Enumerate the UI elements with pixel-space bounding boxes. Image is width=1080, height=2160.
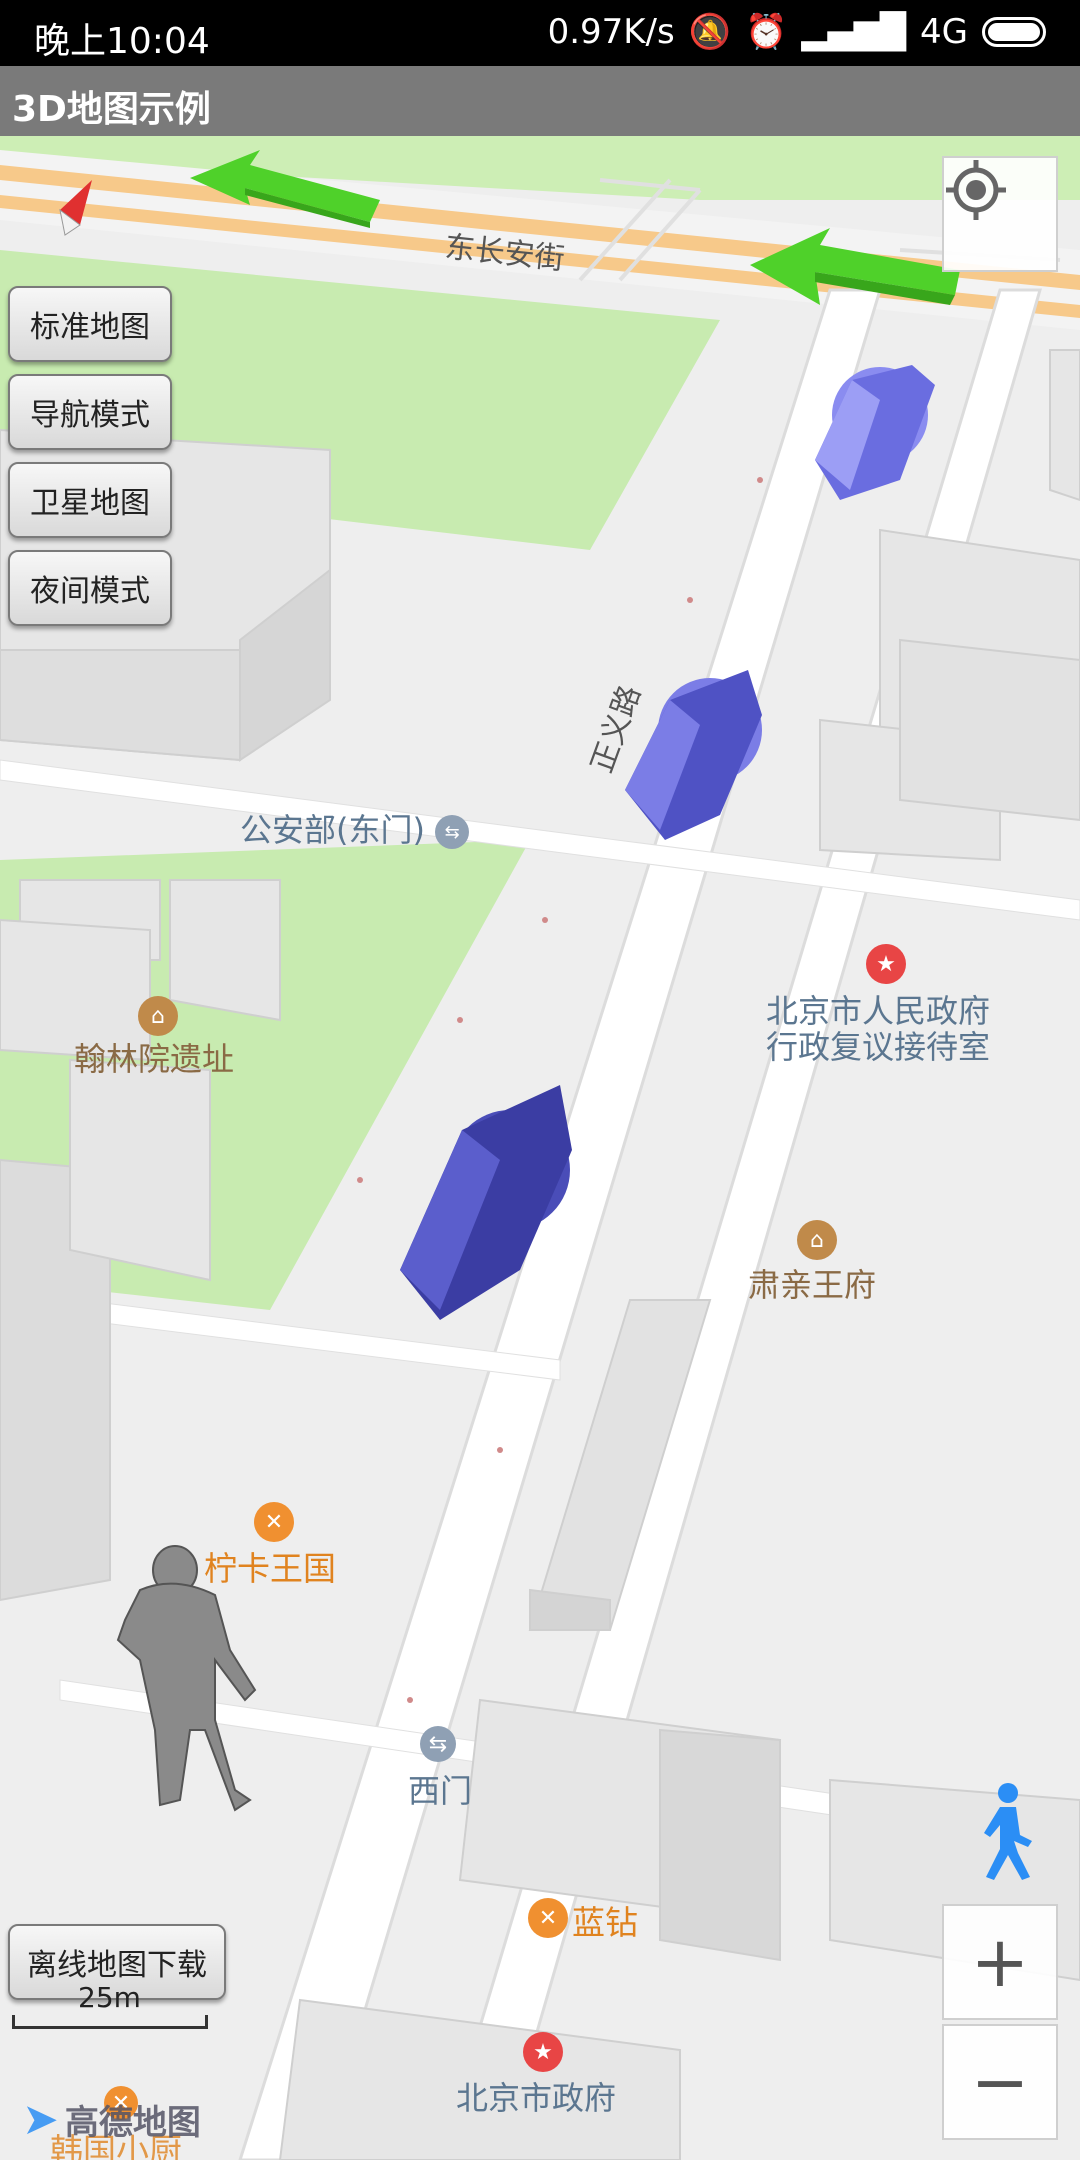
poi-lanzuan[interactable]: 蓝钻: [572, 1896, 638, 1944]
battery-icon: [982, 17, 1046, 47]
navigation-mode-button[interactable]: 导航模式: [8, 374, 172, 450]
zoom-in-button[interactable]: +: [942, 1904, 1058, 2020]
map-view[interactable]: 东长安街 正义路 公安部(东门) ⇆ ⌂ 翰林院遗址 ★ 北京市人民政府 行政复…: [0, 136, 1080, 2160]
scale-bar: [12, 2015, 208, 2029]
pedestrian-icon[interactable]: [970, 1781, 1040, 1881]
net-speed: 0.97K/s: [547, 12, 675, 52]
satellite-map-button[interactable]: 卫星地图: [8, 462, 172, 538]
page-title: 3D地图示例: [12, 89, 211, 130]
poi-gonganbu[interactable]: 公安部(东门) ⇆: [240, 805, 470, 851]
museum-icon: ⌂: [797, 1220, 837, 1260]
landmark-star-icon: ★: [866, 944, 906, 984]
subway-icon: ⇆: [420, 1726, 456, 1762]
poi-hanlinyuan[interactable]: 翰林院遗址: [74, 1034, 234, 1080]
poi-zhengfu[interactable]: 北京市政府: [456, 2073, 616, 2119]
status-time: 晚上10:04: [34, 21, 210, 62]
subway-icon: ⇆: [435, 815, 470, 849]
landmark-star-icon: ★: [523, 2032, 563, 2072]
title-bar: 3D地图示例: [0, 66, 1080, 136]
plus-icon: +: [970, 1921, 1030, 2003]
mute-icon: 🔕: [688, 12, 732, 52]
museum-icon: ⌂: [138, 996, 178, 1036]
location-target-icon: [946, 160, 1006, 220]
poi-ximen[interactable]: 西门: [408, 1766, 472, 1812]
poi-renmin-line2[interactable]: 行政复议接待室: [766, 1022, 990, 1068]
network-type: 4G: [920, 12, 968, 52]
scale-label: 25m: [78, 1981, 141, 2014]
signal-icon: ▂▄▆█: [801, 12, 907, 52]
minus-icon: −: [970, 2041, 1030, 2123]
restaurant-icon: ✕: [254, 1502, 294, 1542]
alarm-icon: ⏰: [745, 12, 788, 52]
night-mode-button[interactable]: 夜间模式: [8, 550, 172, 626]
amap-logo-text: 高德地图: [64, 2103, 201, 2143]
status-bar: 晚上10:04 0.97K/s 🔕 ⏰ ▂▄▆█ 4G: [0, 0, 1080, 66]
locate-button[interactable]: [942, 156, 1058, 272]
standard-map-button[interactable]: 标准地图: [8, 286, 172, 362]
zoom-out-button[interactable]: −: [942, 2024, 1058, 2140]
amap-logo: ➤ 高德地图: [22, 2094, 201, 2145]
restaurant-icon: ✕: [528, 1898, 568, 1938]
amap-logo-icon: ➤: [22, 2094, 59, 2145]
status-indicators: 0.97K/s 🔕 ⏰ ▂▄▆█ 4G: [548, 12, 1046, 52]
poi-label: 公安部(东门): [240, 811, 425, 849]
poi-ningka[interactable]: 柠卡王国: [204, 1542, 336, 1590]
poi-suqinwang[interactable]: 肃亲王府: [748, 1260, 876, 1306]
